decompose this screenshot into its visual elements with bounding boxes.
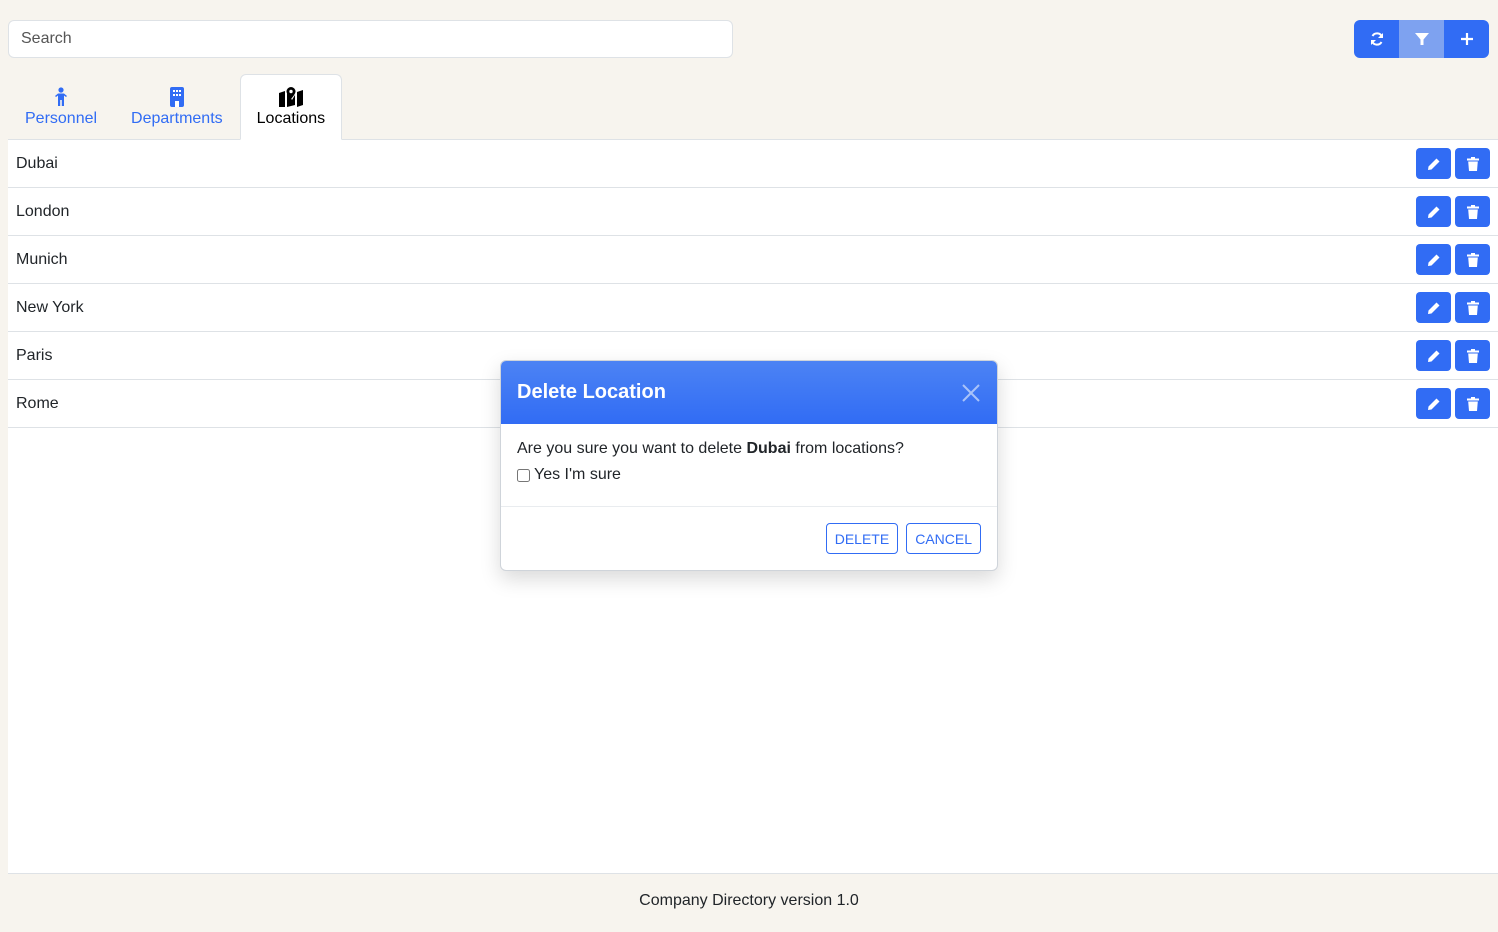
tab-locations[interactable]: Locations [239, 74, 343, 140]
trash-icon [1466, 348, 1479, 363]
filter-icon [1414, 33, 1429, 45]
tab-personnel[interactable]: Personnel [8, 74, 114, 140]
map-location-icon [278, 86, 303, 108]
close-button[interactable] [961, 383, 981, 403]
message-prefix: Are you sure you want to delete [517, 440, 747, 457]
refresh-icon [1370, 32, 1383, 46]
confirm-delete-button[interactable]: DELETE [825, 523, 899, 554]
message-target: Dubai [746, 440, 791, 457]
refresh-button[interactable] [1354, 20, 1399, 58]
modal-header: Delete Location [501, 361, 997, 424]
trash-icon [1466, 156, 1479, 171]
edit-button[interactable] [1416, 340, 1451, 371]
toolbar-button-group [1354, 20, 1489, 58]
location-name: Dubai [16, 154, 58, 172]
delete-button[interactable] [1455, 148, 1490, 179]
list-item: London [8, 188, 1498, 236]
footer-text: Company Directory version 1.0 [639, 892, 859, 909]
filter-button[interactable] [1399, 20, 1444, 58]
edit-button[interactable] [1416, 196, 1451, 227]
cancel-button[interactable]: CANCEL [906, 523, 981, 554]
checkbox-label-text: Yes I'm sure [534, 466, 621, 483]
confirm-checkbox-label[interactable]: Yes I'm sure [517, 466, 981, 484]
tab-departments-label: Departments [131, 110, 223, 127]
trash-icon [1466, 204, 1479, 219]
location-name: New York [16, 298, 84, 316]
search-input[interactable] [8, 20, 733, 58]
location-name: London [16, 202, 70, 220]
list-item: Dubai [8, 140, 1498, 188]
modal-title: Delete Location [517, 381, 666, 403]
edit-button[interactable] [1416, 292, 1451, 323]
trash-icon [1466, 300, 1479, 315]
delete-location-modal: Delete Location Are you sure you want to… [500, 360, 998, 571]
edit-button[interactable] [1416, 388, 1451, 419]
building-icon [169, 86, 185, 108]
pencil-icon [1427, 350, 1439, 362]
pencil-icon [1427, 254, 1439, 266]
trash-icon [1466, 252, 1479, 267]
tab-personnel-label: Personnel [25, 110, 98, 127]
edit-button[interactable] [1416, 244, 1451, 275]
add-button[interactable] [1444, 20, 1489, 58]
trash-icon [1466, 396, 1479, 411]
modal-body: Are you sure you want to delete Dubai fr… [501, 424, 997, 507]
plus-icon [1460, 33, 1473, 45]
pencil-icon [1427, 206, 1439, 218]
pencil-icon [1427, 398, 1439, 410]
close-icon [962, 383, 980, 402]
list-item: Munich [8, 236, 1498, 284]
tab-bar: Personnel Departments Locations [8, 74, 1498, 140]
list-item: New York [8, 284, 1498, 332]
modal-message: Are you sure you want to delete Dubai fr… [517, 440, 981, 458]
person-icon [54, 86, 68, 108]
tab-locations-label: Locations [256, 110, 326, 127]
delete-button[interactable] [1455, 388, 1490, 419]
tab-departments[interactable]: Departments [114, 74, 240, 140]
pencil-icon [1427, 158, 1439, 170]
confirm-checkbox[interactable] [517, 468, 530, 482]
delete-button[interactable] [1455, 244, 1490, 275]
delete-button[interactable] [1455, 340, 1490, 371]
edit-button[interactable] [1416, 148, 1451, 179]
delete-button[interactable] [1455, 292, 1490, 323]
location-name: Munich [16, 250, 68, 268]
message-suffix: from locations? [790, 440, 904, 457]
delete-button[interactable] [1455, 196, 1490, 227]
modal-footer: DELETE CANCEL [501, 507, 997, 570]
pencil-icon [1427, 302, 1439, 314]
